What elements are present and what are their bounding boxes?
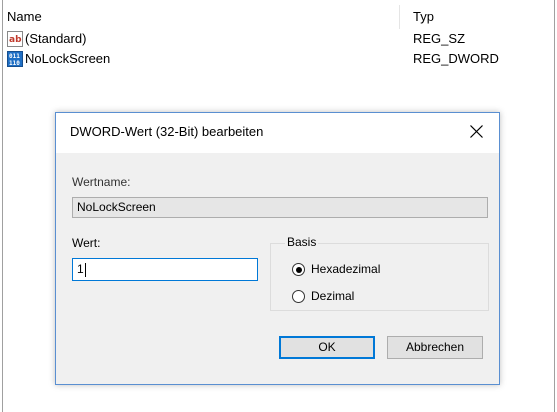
ok-button[interactable]: OK (279, 336, 375, 359)
edit-dword-dialog: DWORD-Wert (32-Bit) bearbeiten Wertname:… (55, 112, 500, 385)
right-border (554, 0, 555, 412)
decimal-label[interactable]: Dezimal (311, 289, 354, 303)
string-value-icon: ab (7, 31, 23, 47)
dialog-titlebar[interactable]: DWORD-Wert (32-Bit) bearbeiten (56, 113, 499, 153)
value-input[interactable]: 1 (72, 258, 258, 281)
cancel-button[interactable]: Abbrechen (387, 336, 483, 359)
svg-text:011: 011 (9, 53, 20, 60)
row-type: REG_DWORD (413, 51, 499, 66)
row-name: NoLockScreen (25, 51, 111, 66)
radio-selected-dot (295, 266, 302, 273)
svg-text:110: 110 (9, 60, 20, 67)
column-header-type[interactable]: Typ (413, 5, 434, 29)
list-row-standard[interactable]: ab (Standard) REG_SZ (7, 29, 547, 49)
binary-value-icon: 011 110 (7, 51, 23, 67)
left-border (2, 0, 3, 412)
close-icon (470, 125, 483, 138)
radio-decimal[interactable] (292, 290, 305, 303)
row-type: REG_SZ (413, 31, 466, 46)
svg-text:ab: ab (9, 35, 22, 45)
value-text: 1 (77, 262, 84, 276)
column-separator[interactable] (399, 5, 400, 29)
close-button[interactable] (455, 113, 499, 151)
valuename-label: Wertname: (72, 175, 131, 189)
base-group-label: Basis (285, 235, 319, 249)
text-caret (84, 262, 86, 277)
value-label: Wert: (72, 236, 101, 250)
valuename-field: NoLockScreen (72, 197, 488, 218)
radio-hexadecimal[interactable] (292, 263, 305, 276)
column-header-name[interactable]: Name (7, 5, 42, 29)
list-row-nolockscreen[interactable]: 011 110 NoLockScreen REG_DWORD (7, 49, 547, 69)
row-name: (Standard) (25, 31, 87, 46)
hexadecimal-label[interactable]: Hexadezimal (311, 262, 380, 276)
dialog-title: DWORD-Wert (32-Bit) bearbeiten (70, 124, 264, 139)
